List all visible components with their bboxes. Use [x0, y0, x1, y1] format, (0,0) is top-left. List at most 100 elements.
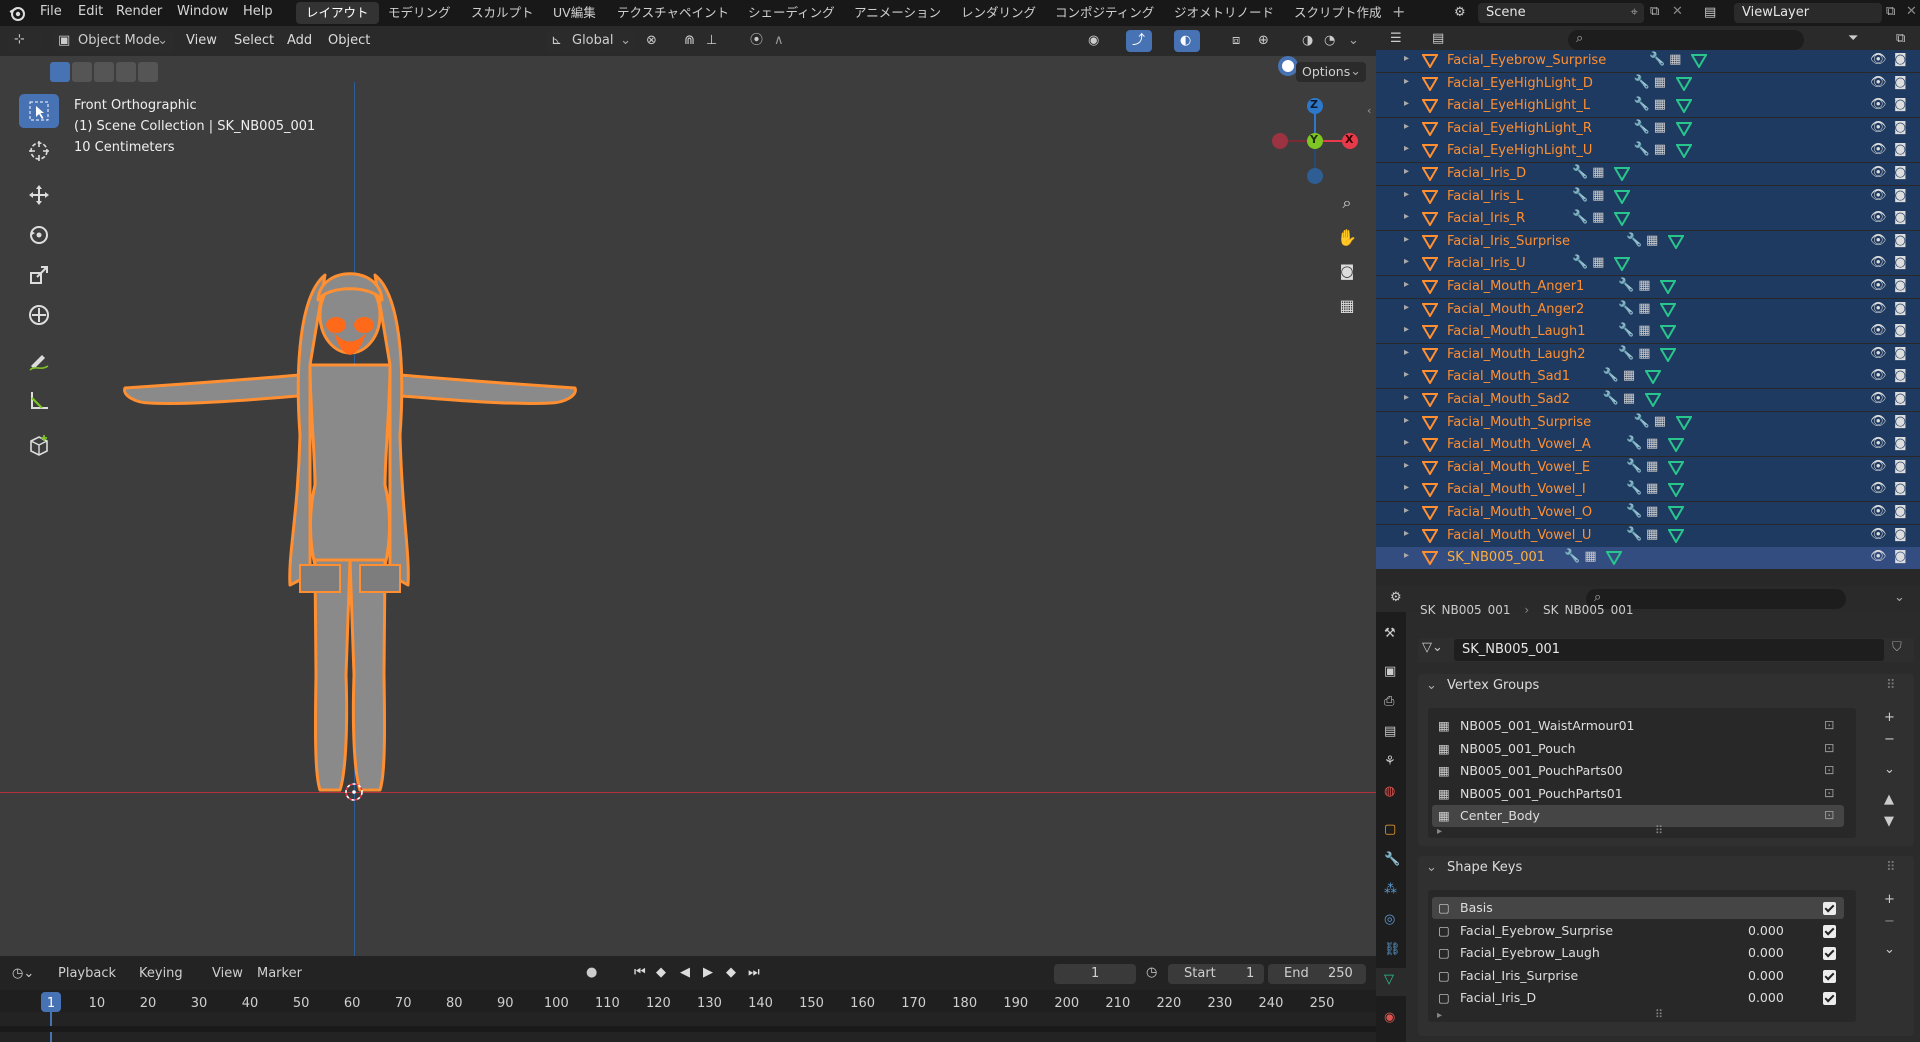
modifier-icon[interactable]: 🔧 — [1618, 346, 1634, 361]
constraints-tab-icon[interactable]: ⛓ — [1384, 942, 1401, 957]
list-expand-icon[interactable]: ▸ — [1437, 1010, 1442, 1021]
filter-icon[interactable]: ⏷ — [1848, 31, 1858, 46]
rotate-tool[interactable] — [19, 218, 59, 252]
current-frame-field[interactable]: 1 — [1054, 964, 1136, 984]
vertex-groups-icon[interactable]: ▦ — [1592, 165, 1604, 180]
material-tab-icon[interactable]: ◉ — [1384, 1010, 1395, 1025]
expand-arrow-icon[interactable]: ▸ — [1404, 528, 1409, 539]
camera-icon[interactable]: ◙ — [1894, 165, 1907, 180]
menu-render[interactable]: Render — [116, 4, 162, 19]
shape-key-item[interactable]: ▢ Facial_Iris_Surprise 0.000 — [1432, 965, 1844, 987]
mesh-data-icon[interactable] — [1675, 144, 1692, 159]
snap-target-icon[interactable]: ⊥ — [706, 30, 717, 52]
editor-type-icon[interactable]: ◷⌄ — [12, 966, 34, 981]
camera-icon[interactable]: ◙ — [1894, 549, 1907, 564]
menu-view[interactable]: View — [186, 30, 217, 52]
tab-workspace-compositing[interactable]: コンポジティング — [1045, 2, 1164, 24]
tab-workspace-shading[interactable]: シェーディング — [738, 2, 845, 24]
specials-menu-icon[interactable]: ⌄ — [1884, 942, 1895, 957]
world-tab-icon[interactable]: ◍ — [1384, 784, 1395, 799]
mesh-data-icon[interactable] — [1668, 438, 1684, 453]
outliner-item[interactable]: ▸ Facial_Mouth_Vowel_A 🔧 ▦ 👁 ◙ — [1376, 434, 1920, 457]
mesh-data-icon[interactable] — [1668, 234, 1684, 249]
vertex-groups-icon[interactable]: ▦ — [1592, 255, 1604, 270]
select-box-tool[interactable] — [19, 94, 59, 128]
vertex-groups-icon[interactable]: ▦ — [1623, 368, 1635, 383]
expand-arrow-icon[interactable]: ▸ — [1404, 98, 1409, 109]
overlay-toggle[interactable]: ◐ — [1174, 30, 1200, 52]
expand-arrow-icon[interactable]: ▸ — [1404, 279, 1409, 290]
jump-prev-keyframe-icon[interactable]: ◆ — [656, 965, 666, 980]
tab-workspace-sculpt[interactable]: スカルプト — [461, 2, 544, 24]
mesh-data-icon[interactable] — [1660, 302, 1677, 317]
mute-checkbox[interactable] — [1823, 992, 1836, 1006]
menu-select[interactable]: Select — [234, 30, 274, 52]
modifier-icon[interactable]: 🔧 — [1634, 97, 1650, 112]
tab-workspace-animation[interactable]: アニメーション — [844, 2, 951, 24]
eye-icon[interactable]: 👁 — [1870, 142, 1887, 157]
mesh-data-icon[interactable] — [1614, 189, 1631, 204]
move-up-icon[interactable]: ▲ — [1884, 792, 1894, 807]
modifier-icon[interactable]: 🔧 — [1564, 549, 1580, 564]
jump-next-keyframe-icon[interactable]: ◆ — [726, 965, 736, 980]
modifier-icon[interactable]: 🔧 — [1603, 368, 1619, 383]
mesh-icon[interactable]: ▽⌄ — [1422, 640, 1443, 655]
shading-options-icon[interactable]: ⌄ — [1348, 30, 1359, 52]
select-extend-button[interactable] — [72, 62, 92, 82]
mesh-data-icon[interactable] — [1614, 257, 1631, 272]
delete-viewlayer-icon[interactable]: ✕ — [1906, 4, 1917, 19]
modifier-icon[interactable]: 🔧 — [1572, 165, 1588, 180]
modifier-icon[interactable]: 🔧 — [1626, 459, 1642, 474]
eye-icon[interactable]: 👁 — [1870, 436, 1887, 451]
camera-icon[interactable]: ◙ — [1894, 504, 1907, 519]
vertex-group-item[interactable]: ▦ NB005_001_PouchParts00 ⊡ — [1432, 760, 1844, 782]
move-down-icon[interactable]: ▼ — [1884, 814, 1894, 829]
shape-key-item[interactable]: ▢ Facial_Eyebrow_Surprise 0.000 — [1432, 920, 1844, 942]
outliner-item[interactable]: ▸ Facial_Eyebrow_Surprise 🔧 ▦ 👁 ◙ — [1376, 50, 1920, 72]
outliner-item[interactable]: ▸ Facial_EyeHighLight_D 🔧 ▦ 👁 ◙ — [1376, 72, 1920, 95]
eye-icon[interactable]: 👁 — [1870, 527, 1887, 542]
vertex-groups-icon[interactable]: ▦ — [1584, 549, 1596, 564]
eye-icon[interactable]: 👁 — [1870, 75, 1887, 90]
vertex-groups-icon[interactable]: ▦ — [1654, 120, 1666, 135]
outliner-item[interactable]: ▸ Facial_Mouth_Anger2 🔧 ▦ 👁 ◙ — [1376, 298, 1920, 321]
eye-icon[interactable]: 👁 — [1870, 323, 1887, 338]
3d-cursor-icon[interactable] — [342, 780, 366, 804]
start-frame-field[interactable]: Start 1 — [1168, 964, 1264, 984]
eye-icon[interactable]: 👁 — [1870, 368, 1887, 383]
navigation-gizmo[interactable]: Z Y X — [1270, 96, 1360, 186]
mesh-data-icon[interactable] — [1675, 121, 1692, 136]
camera-icon[interactable]: ◙ — [1894, 414, 1907, 429]
expand-arrow-icon[interactable]: ▸ — [1404, 143, 1409, 154]
scene-tab-icon[interactable]: ⚘ — [1384, 754, 1396, 769]
vertex-groups-icon[interactable]: ▦ — [1638, 301, 1650, 316]
solid-shading-button[interactable] — [1278, 56, 1298, 76]
tab-workspace-geometry-nodes[interactable]: ジオメトリノード — [1164, 2, 1284, 24]
tab-workspace-modeling[interactable]: モデリング — [378, 2, 461, 24]
camera-icon[interactable]: ◙ — [1894, 142, 1907, 157]
vertex-group-item[interactable]: ▦ NB005_001_WaistArmour01 ⊡ — [1432, 715, 1844, 737]
menu-add[interactable]: Add — [287, 30, 312, 52]
drag-handle-icon[interactable]: ⠿ — [1886, 860, 1896, 875]
options-dropdown[interactable]: Options ⌄ — [1296, 62, 1366, 82]
outliner-item[interactable]: ▸ Facial_EyeHighLight_U 🔧 ▦ 👁 ◙ — [1376, 140, 1920, 163]
modifier-icon[interactable]: 🔧 — [1626, 527, 1642, 542]
proportional-editing-icon[interactable]: ⦿ — [750, 30, 763, 52]
tab-workspace-uv[interactable]: UV編集 — [543, 2, 606, 24]
outliner-item[interactable]: ▸ Facial_EyeHighLight_L 🔧 ▦ 👁 ◙ — [1376, 95, 1920, 118]
vertex-groups-header[interactable]: ⌄ Vertex Groups — [1426, 678, 1539, 693]
pin-icon[interactable]: ⌖ — [1631, 3, 1638, 23]
menu-view[interactable]: View — [212, 966, 243, 981]
menu-help[interactable]: Help — [243, 4, 273, 19]
camera-view-button[interactable]: ◙ — [1332, 256, 1362, 286]
outliner-item[interactable]: ▸ Facial_Mouth_Sad2 🔧 ▦ 👁 ◙ — [1376, 389, 1920, 411]
camera-icon[interactable]: ◙ — [1894, 255, 1907, 270]
eye-icon[interactable]: 👁 — [1870, 391, 1887, 406]
menu-playback[interactable]: Playback — [58, 966, 116, 981]
add-workspace-icon[interactable]: + — [1392, 2, 1405, 21]
eye-icon[interactable]: 👁 — [1870, 233, 1887, 248]
shape-key-item[interactable]: ▢ Facial_Eyebrow_Laugh 0.000 — [1432, 942, 1844, 964]
mesh-data-icon[interactable] — [1606, 551, 1623, 566]
tool-tab-icon[interactable]: ⚒ — [1384, 626, 1396, 641]
mesh-data-icon[interactable] — [1614, 167, 1631, 181]
